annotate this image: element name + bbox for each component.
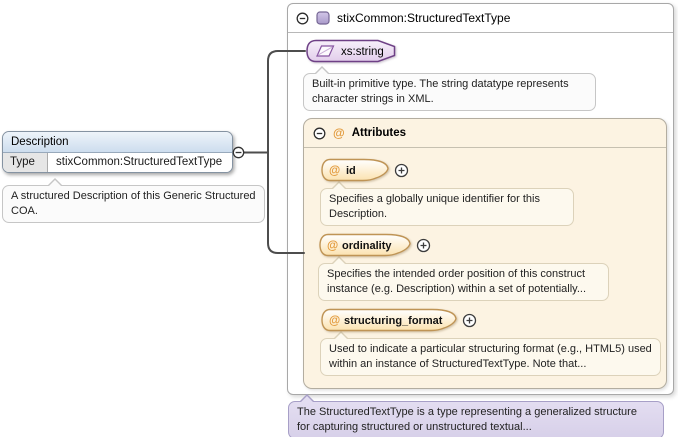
element-type-row: Type stixCommon:StructuredTextType: [3, 153, 232, 172]
complex-type-icon: [316, 11, 330, 25]
type-panel-title: stixCommon:StructuredTextType: [337, 11, 510, 25]
attribute-icon: @: [329, 315, 340, 327]
attributes-header: @ Attributes: [304, 119, 666, 148]
collapse-icon[interactable]: [233, 147, 243, 157]
type-label: Type: [3, 153, 48, 172]
type-value: stixCommon:StructuredTextType: [48, 153, 232, 172]
attribute-badge-ordinality[interactable]: @ ordinality: [318, 233, 431, 257]
element-node-description[interactable]: Description Type stixCommon:StructuredTe…: [2, 131, 233, 173]
attribute-name: id: [346, 165, 356, 177]
attribute-doc-tooltip: Specifies a globally unique identifier f…: [320, 188, 574, 226]
collapse-icon[interactable]: [313, 127, 326, 140]
attribute-name: structuring_format: [344, 315, 443, 327]
attribute-name: ordinality: [342, 240, 392, 252]
collapse-icon[interactable]: [296, 12, 309, 25]
base-type-doc-tooltip: Built-in primitive type. The string data…: [303, 73, 596, 111]
element-doc-tooltip: A structured Description of this Generic…: [2, 185, 265, 223]
attribute-icon: @: [333, 126, 345, 140]
attribute-icon: @: [327, 240, 338, 252]
attribute-badge-id[interactable]: @ id: [320, 158, 409, 182]
type-doc-tooltip: The StructuredTextType is a type represe…: [288, 401, 664, 437]
base-type-badge[interactable]: xs:string: [305, 39, 397, 63]
element-name: Description: [3, 132, 232, 153]
expand-icon[interactable]: [416, 238, 431, 253]
attribute-doc-tooltip: Used to indicate a particular structurin…: [320, 338, 661, 376]
type-panel-header: stixCommon:StructuredTextType: [288, 4, 673, 33]
expand-icon[interactable]: [394, 163, 409, 178]
attribute-badge-structuring-format[interactable]: @ structuring_format: [320, 308, 477, 332]
attribute-doc-tooltip: Specifies the intended order position of…: [318, 263, 609, 301]
base-type-label: xs:string: [341, 46, 384, 58]
attributes-title: Attributes: [352, 127, 406, 139]
attribute-icon: @: [329, 165, 340, 177]
schema-diagram: stixCommon:StructuredTextType @ Attribut…: [0, 0, 678, 437]
expand-icon[interactable]: [462, 313, 477, 328]
